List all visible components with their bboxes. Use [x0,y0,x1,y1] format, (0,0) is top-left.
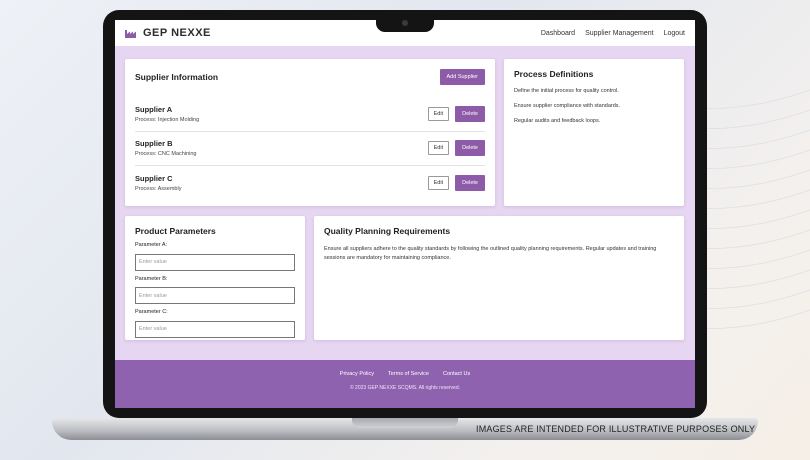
edit-supplier-button[interactable]: Edit [427,176,450,191]
factory-icon [125,30,136,38]
delete-supplier-button[interactable]: Delete [455,175,485,192]
product-parameters-card: Product Parameters Parameter A: Paramete… [125,216,305,340]
supplier-information-card: Supplier Information Add Supplier Suppli… [125,59,495,206]
process-definitions-title: Process Definitions [514,69,594,79]
delete-supplier-button[interactable]: Delete [455,140,485,157]
add-supplier-button[interactable]: Add Supplier [439,69,485,85]
footer-link-privacy[interactable]: Privacy Policy [340,371,374,377]
brand-name: GEP NEXXE [143,27,211,39]
nav-logout[interactable]: Logout [664,30,685,37]
process-definition-item: Ensure supplier compliance with standard… [514,103,621,109]
laptop-base-groove [352,418,458,428]
app-screen: GEP NEXXE Dashboard Supplier Management … [115,20,695,408]
supplier-process: Process: Assembly [135,186,182,193]
quality-planning-body: Ensure all suppliers adhere to the quali… [324,246,657,261]
nav-dashboard[interactable]: Dashboard [541,30,575,37]
supplier-information-title: Supplier Information [135,72,219,82]
nav-supplier-management[interactable]: Supplier Management [585,30,654,37]
supplier-process: Process: CNC Machining [135,151,197,158]
parameter-b-label: Parameter B: [135,275,168,282]
footer-link-terms[interactable]: Terms of Service [388,371,429,377]
process-definition-item: Define the initial process for quality c… [514,88,619,94]
edit-supplier-button[interactable]: Edit [427,106,450,121]
supplier-row: Supplier C Process: Assembly Edit Delete [135,166,485,201]
footer: Privacy Policy Terms of Service Contact … [115,360,695,408]
edit-supplier-button[interactable]: Edit [427,141,450,156]
camera-icon [402,20,408,26]
parameter-c-input[interactable] [135,320,295,338]
parameter-c-label: Parameter C: [135,309,168,315]
copyright-text: © 2023 GEP NEXXE SCQMS. All rights reser… [349,385,461,391]
quality-planning-title: Quality Planning Requirements [324,226,451,236]
disclaimer-text: IMAGES ARE INTENDED FOR ILLUSTRATIVE PUR… [476,424,756,434]
parameter-a-label: Parameter A: [135,242,168,248]
supplier-row: Supplier A Process: Injection Molding Ed… [135,97,485,132]
laptop-notch [376,14,434,32]
supplier-name: Supplier A [135,104,173,114]
parameter-b-input[interactable] [135,287,295,304]
product-parameters-title: Product Parameters [135,226,216,236]
supplier-process: Process: Injection Molding [135,116,200,123]
quality-planning-card: Quality Planning Requirements Ensure all… [314,216,684,340]
supplier-row: Supplier B Process: CNC Machining Edit D… [135,132,485,166]
supplier-name: Supplier B [135,139,173,149]
supplier-name: Supplier C [135,174,173,184]
delete-supplier-button[interactable]: Delete [455,105,485,122]
footer-link-contact[interactable]: Contact Us [443,371,470,377]
top-nav: Dashboard Supplier Management Logout [541,30,685,37]
logo[interactable]: GEP NEXXE [125,27,211,39]
process-definitions-card: Process Definitions Define the initial p… [504,59,684,206]
process-definition-item: Regular audits and feedback loops. [514,118,601,124]
parameter-a-input[interactable] [135,253,295,271]
